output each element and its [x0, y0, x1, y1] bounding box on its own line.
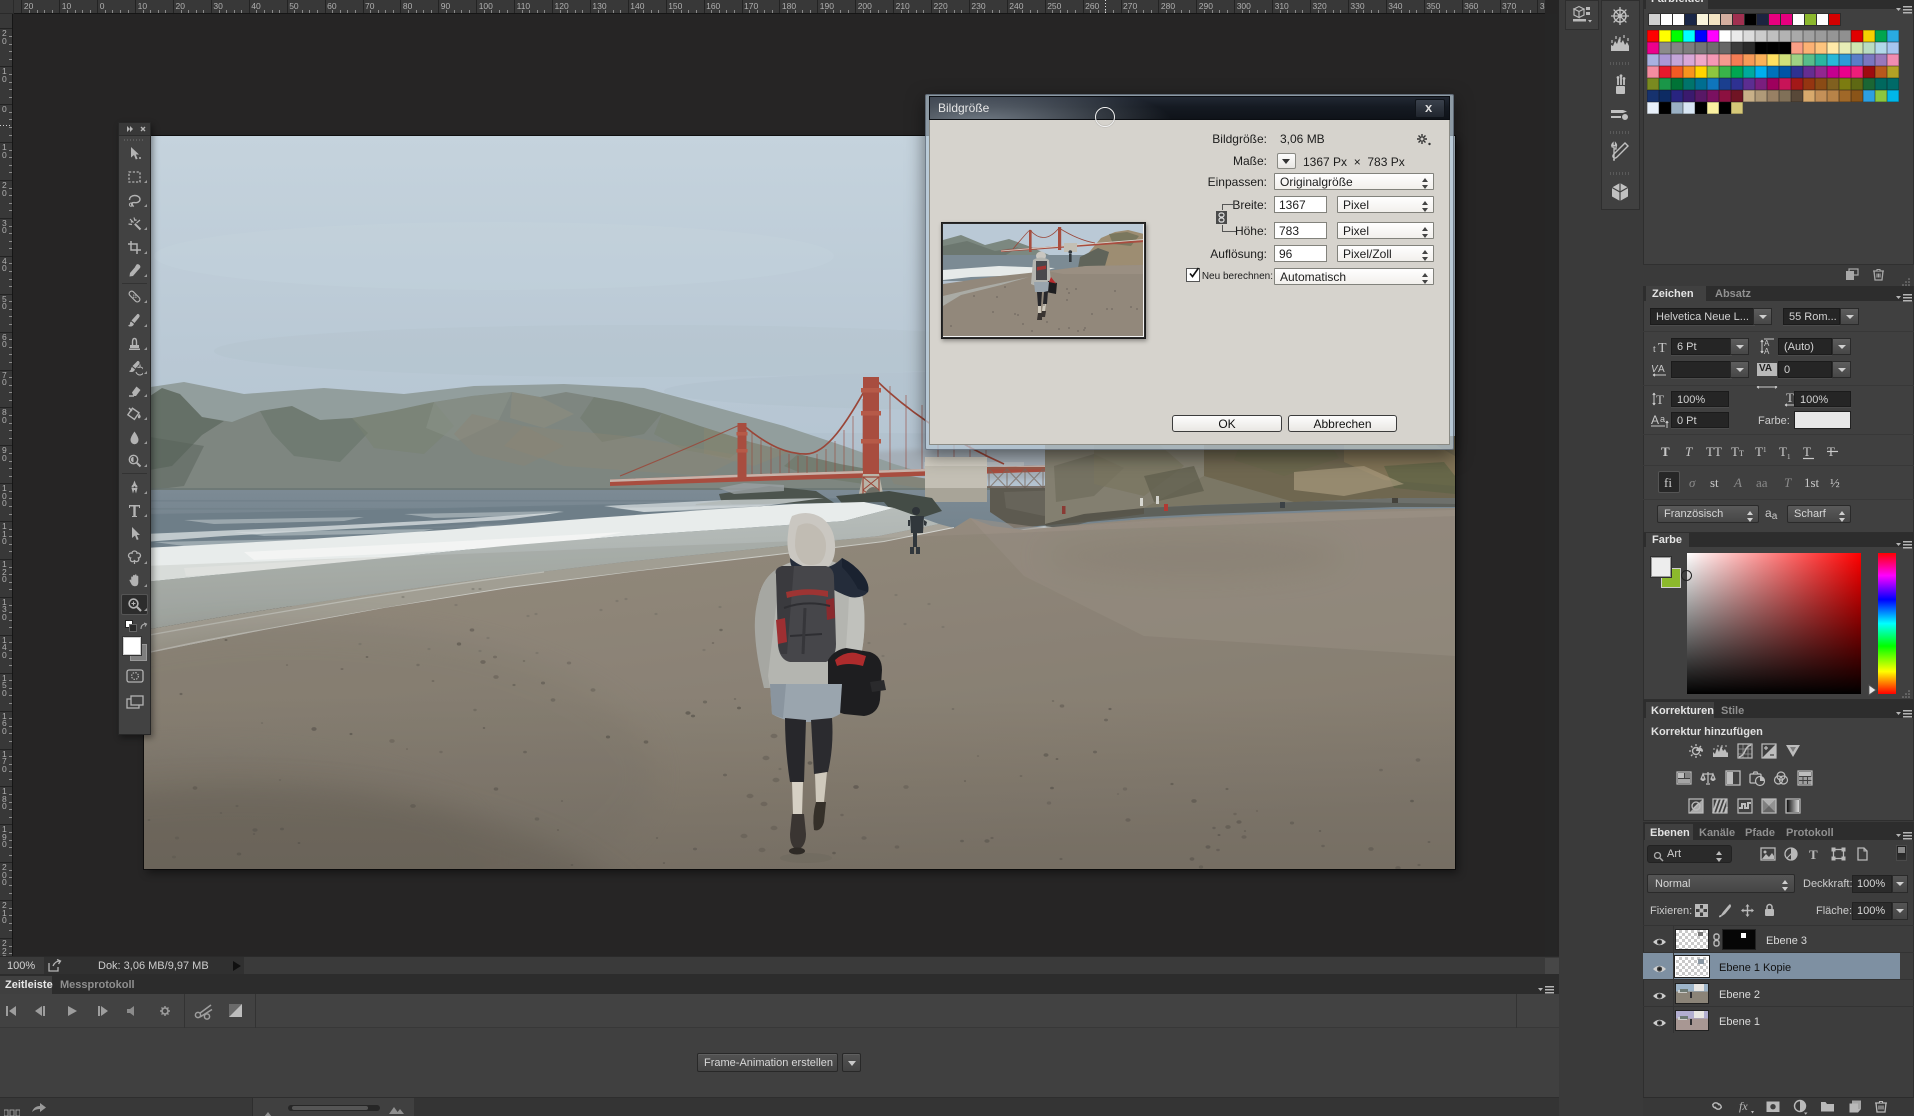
svg-text:T: T: [1685, 444, 1693, 459]
svg-text:t: t: [1653, 344, 1656, 353]
svg-text:A: A: [1764, 347, 1770, 355]
svg-text:T: T: [1661, 444, 1670, 459]
svg-text:TT: TT: [1706, 444, 1722, 459]
svg-text:T: T: [1786, 391, 1794, 405]
svg-text:1st: 1st: [1804, 475, 1820, 490]
svg-text:A: A: [1658, 364, 1665, 375]
svg-text:A: A: [1651, 413, 1659, 427]
svg-text:st: st: [1710, 475, 1719, 490]
svg-text:a: a: [1660, 414, 1665, 424]
svg-text:aa: aa: [1756, 475, 1768, 490]
svg-text:T: T: [1803, 444, 1811, 459]
svg-text:T: T: [1784, 475, 1792, 490]
svg-text:A: A: [1733, 475, 1742, 490]
svg-text:fi: fi: [1664, 475, 1672, 490]
svg-text:½: ½: [1830, 475, 1840, 490]
svg-text:T: T: [1656, 392, 1664, 407]
svg-text:T1: T1: [1779, 444, 1791, 460]
svg-text:fx: fx: [1739, 1099, 1748, 1113]
svg-text:T: T: [1658, 341, 1667, 353]
svg-text:σ: σ: [1689, 475, 1696, 490]
svg-text:TT: TT: [1731, 444, 1744, 459]
svg-text:T1: T1: [1755, 444, 1767, 459]
